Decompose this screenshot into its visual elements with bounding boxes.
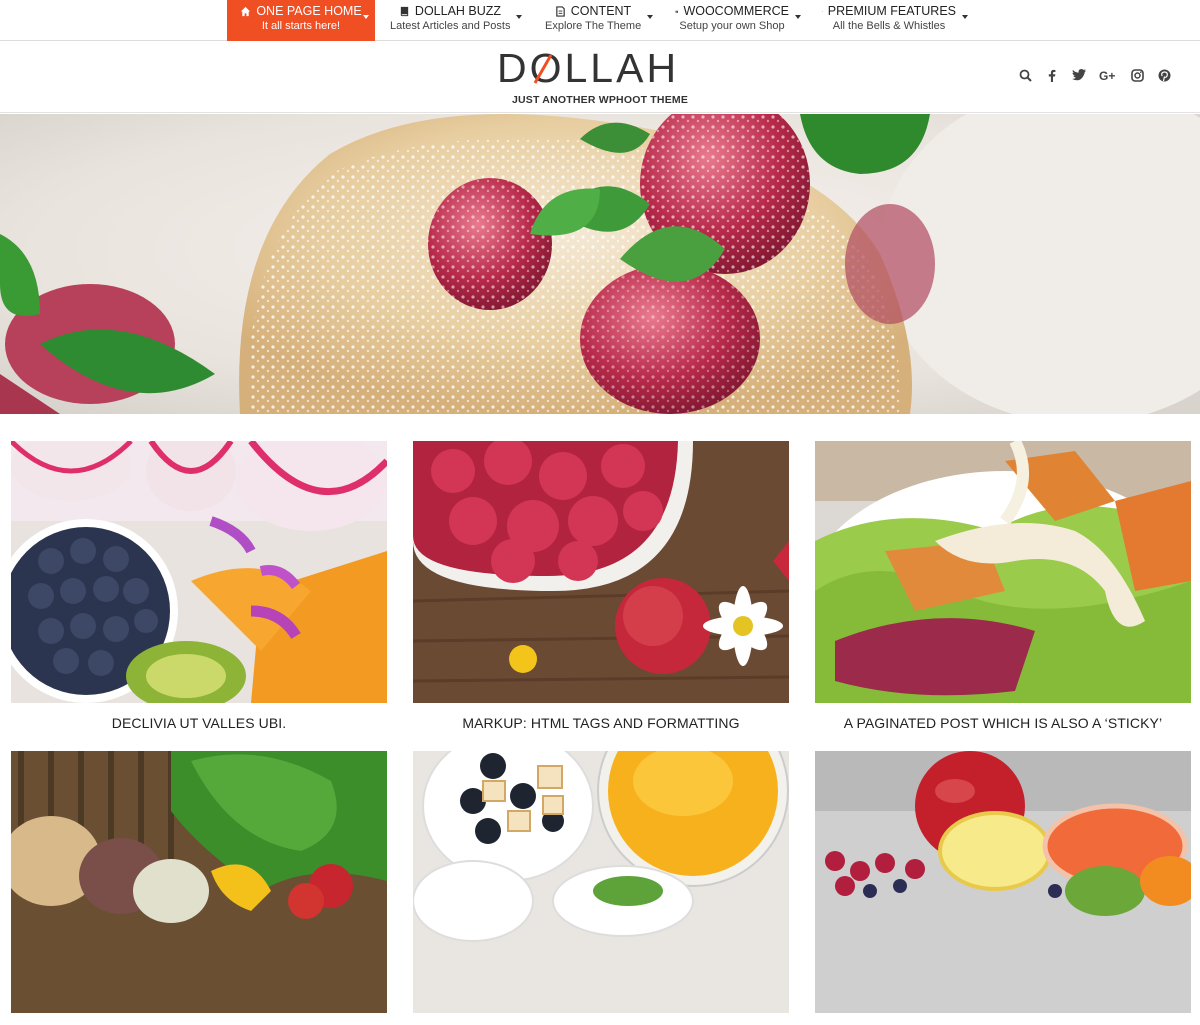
post-title[interactable]: DECLIVIA UT VALLES UBI. [11, 715, 387, 731]
nav-item-premium-features[interactable]: PREMIUM FEATURES All the Bells & Whistle… [822, 0, 956, 41]
chevron-down-icon [795, 15, 801, 19]
top-navigation: ONE PAGE HOME It all starts here! DOLLAH… [0, 0, 1200, 41]
nav-item-title: ONE PAGE HOME [256, 4, 361, 18]
post-card: DECLIVIA UT VALLES UBI. [11, 441, 387, 731]
post-thumbnail[interactable] [11, 441, 387, 703]
nav-item-title: CONTENT [571, 4, 631, 18]
post-thumbnail[interactable] [815, 441, 1191, 703]
instagram-icon[interactable] [1129, 67, 1145, 83]
chevron-down-icon [516, 15, 522, 19]
home-icon [240, 6, 251, 17]
post-card [11, 751, 387, 1025]
nav-item-dollah-buzz[interactable]: DOLLAH BUZZ Latest Articles and Posts [390, 0, 510, 41]
site-tagline: JUST ANOTHER WPHOOT THEME [450, 94, 750, 106]
nav-item-title: PREMIUM FEATURES [828, 4, 956, 18]
chevron-down-icon [363, 15, 369, 19]
post-title[interactable]: MARKUP: HTML TAGS AND FORMATTING [413, 715, 789, 731]
site-header: DOLLAH JUST ANOTHER WPHOOT THEME G+ [0, 41, 1200, 113]
gift-icon [675, 6, 678, 17]
svg-text:G+: G+ [1099, 69, 1115, 81]
nav-item-subtitle: All the Bells & Whistles [822, 20, 956, 32]
nav-item-title: WOOCOMMERCE [683, 4, 789, 18]
chevron-down-icon [962, 15, 968, 19]
trophy-icon [822, 6, 823, 17]
nav-item-subtitle: It all starts here! [227, 20, 375, 32]
nav-item-content[interactable]: CONTENT Explore The Theme [545, 0, 641, 41]
nav-item-woocommerce[interactable]: WOOCOMMERCE Setup your own Shop [675, 0, 789, 41]
nav-item-one-page-home[interactable]: ONE PAGE HOME It all starts here! [227, 0, 375, 41]
nav-item-subtitle: Setup your own Shop [675, 20, 789, 32]
post-card [413, 751, 789, 1025]
post-thumbnail[interactable] [413, 441, 789, 703]
post-thumbnail[interactable] [11, 751, 387, 1013]
chevron-down-icon [647, 15, 653, 19]
twitter-icon[interactable] [1071, 67, 1087, 83]
pinterest-icon[interactable] [1156, 67, 1172, 83]
search-icon[interactable] [1017, 67, 1033, 83]
post-thumbnail[interactable] [815, 751, 1191, 1013]
nav-item-subtitle: Explore The Theme [545, 20, 641, 32]
logo-text: DOLLAH [497, 47, 679, 87]
nav-item-subtitle: Latest Articles and Posts [390, 20, 510, 32]
post-card [815, 751, 1191, 1025]
post-thumbnail[interactable] [413, 751, 789, 1013]
book-icon [399, 6, 410, 17]
social-icons: G+ [1017, 67, 1172, 83]
site-logo[interactable]: DOLLAH [497, 47, 707, 87]
post-title[interactable]: A PAGINATED POST WHICH IS ALSO A ‘STICKY… [815, 715, 1191, 731]
file-icon [555, 6, 566, 17]
post-card: MARKUP: HTML TAGS AND FORMATTING [413, 441, 789, 731]
hero-image [0, 114, 1200, 414]
google-plus-icon[interactable]: G+ [1098, 67, 1118, 83]
facebook-icon[interactable] [1044, 67, 1060, 83]
post-card: A PAGINATED POST WHICH IS ALSO A ‘STICKY… [815, 441, 1191, 731]
nav-item-title: DOLLAH BUZZ [415, 4, 501, 18]
